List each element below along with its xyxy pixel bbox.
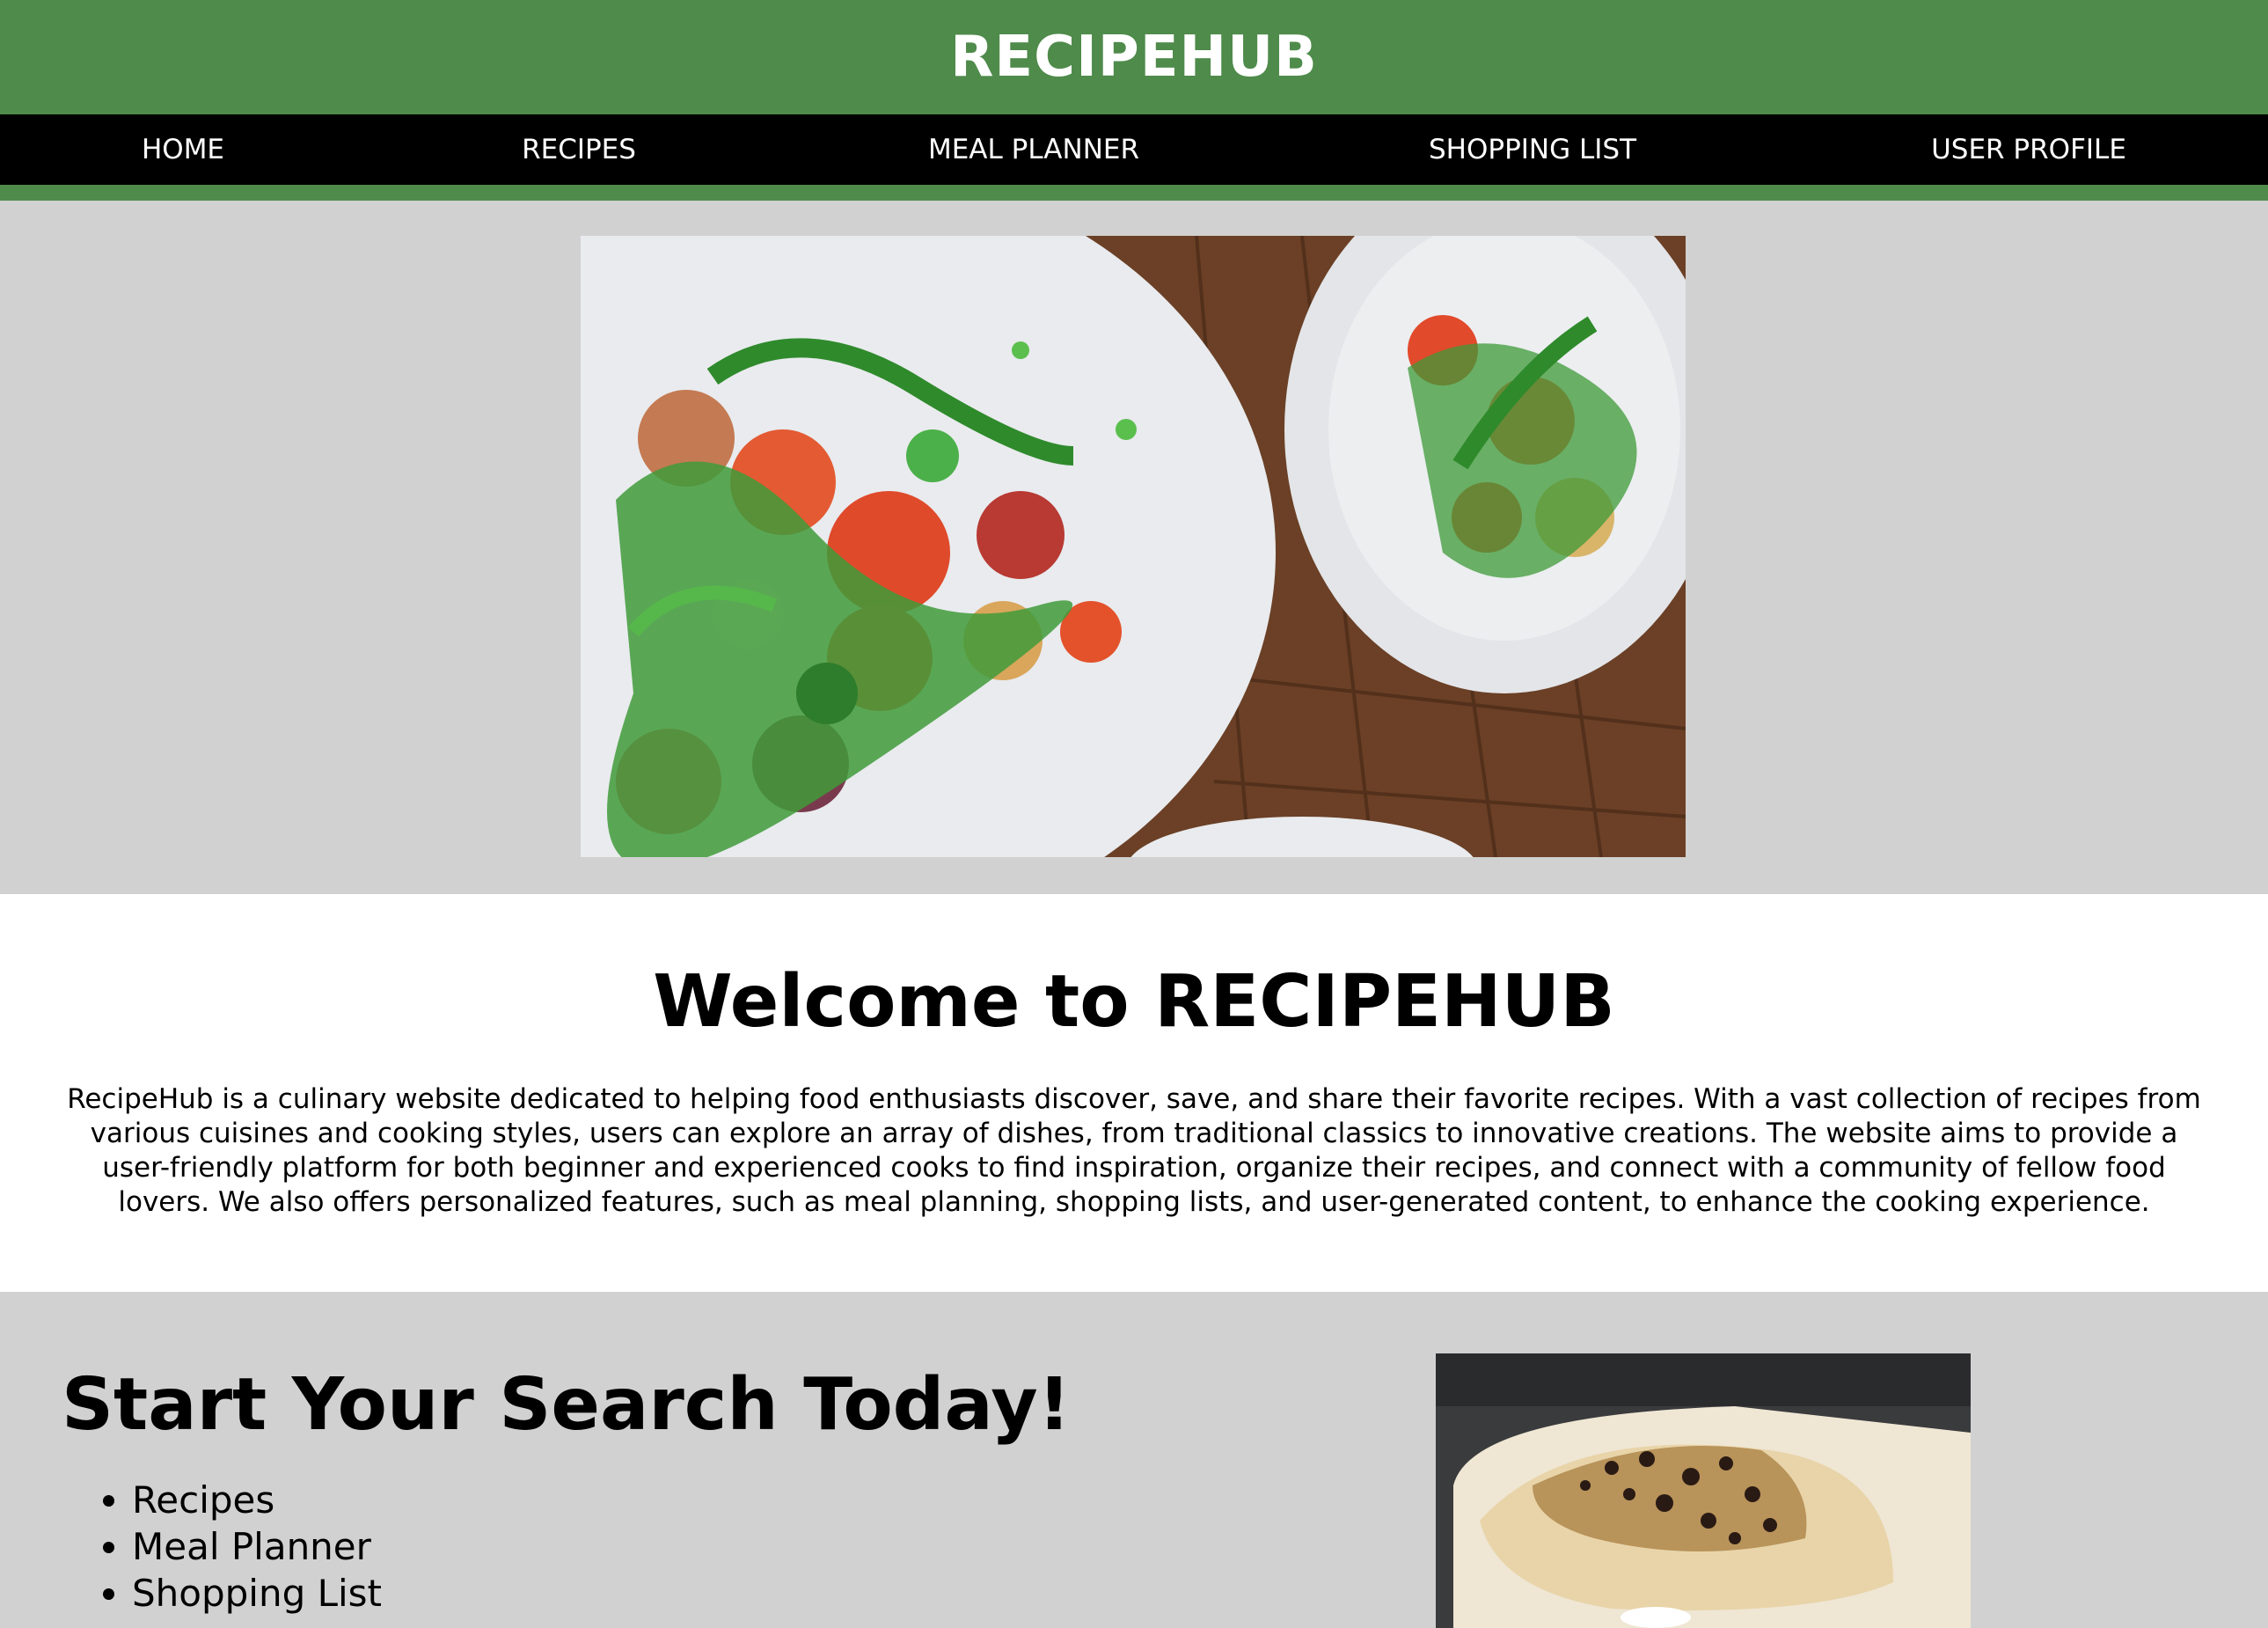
search-section: Start Your Search Today! Recipes Meal Pl… (0, 1292, 2268, 1628)
search-heading: Start Your Search Today! (62, 1363, 1072, 1447)
nav-shopping-list[interactable]: SHOPPING LIST (1429, 114, 1636, 185)
main-nav: HOME RECIPES MEAL PLANNER SHOPPING LIST … (0, 114, 2268, 185)
hero-section (0, 201, 2268, 894)
nav-home[interactable]: HOME (142, 114, 224, 185)
site-header: RECIPEHUB (0, 0, 2268, 114)
search-list-item-meal-planner[interactable]: Meal Planner (132, 1523, 382, 1570)
nav-user-profile[interactable]: USER PROFILE (1931, 114, 2126, 185)
welcome-section: Welcome to RECIPEHUB RecipeHub is a culi… (0, 894, 2268, 1292)
search-list: Recipes Meal Planner Shopping List (132, 1477, 382, 1617)
site-title: RECIPEHUB (950, 25, 1318, 90)
nav-bottom-stripe (0, 185, 2268, 201)
welcome-heading: Welcome to RECIPEHUB (653, 960, 1615, 1044)
search-list-item-recipes[interactable]: Recipes (132, 1477, 382, 1523)
nav-recipes[interactable]: RECIPES (522, 114, 636, 185)
dessert-image (1436, 1353, 1971, 1628)
welcome-description: RecipeHub is a culinary website dedicate… (67, 1083, 2201, 1218)
hero-food-image (581, 236, 1686, 857)
nav-meal-planner[interactable]: MEAL PLANNER (928, 114, 1139, 185)
search-list-item-shopping-list[interactable]: Shopping List (132, 1570, 382, 1617)
